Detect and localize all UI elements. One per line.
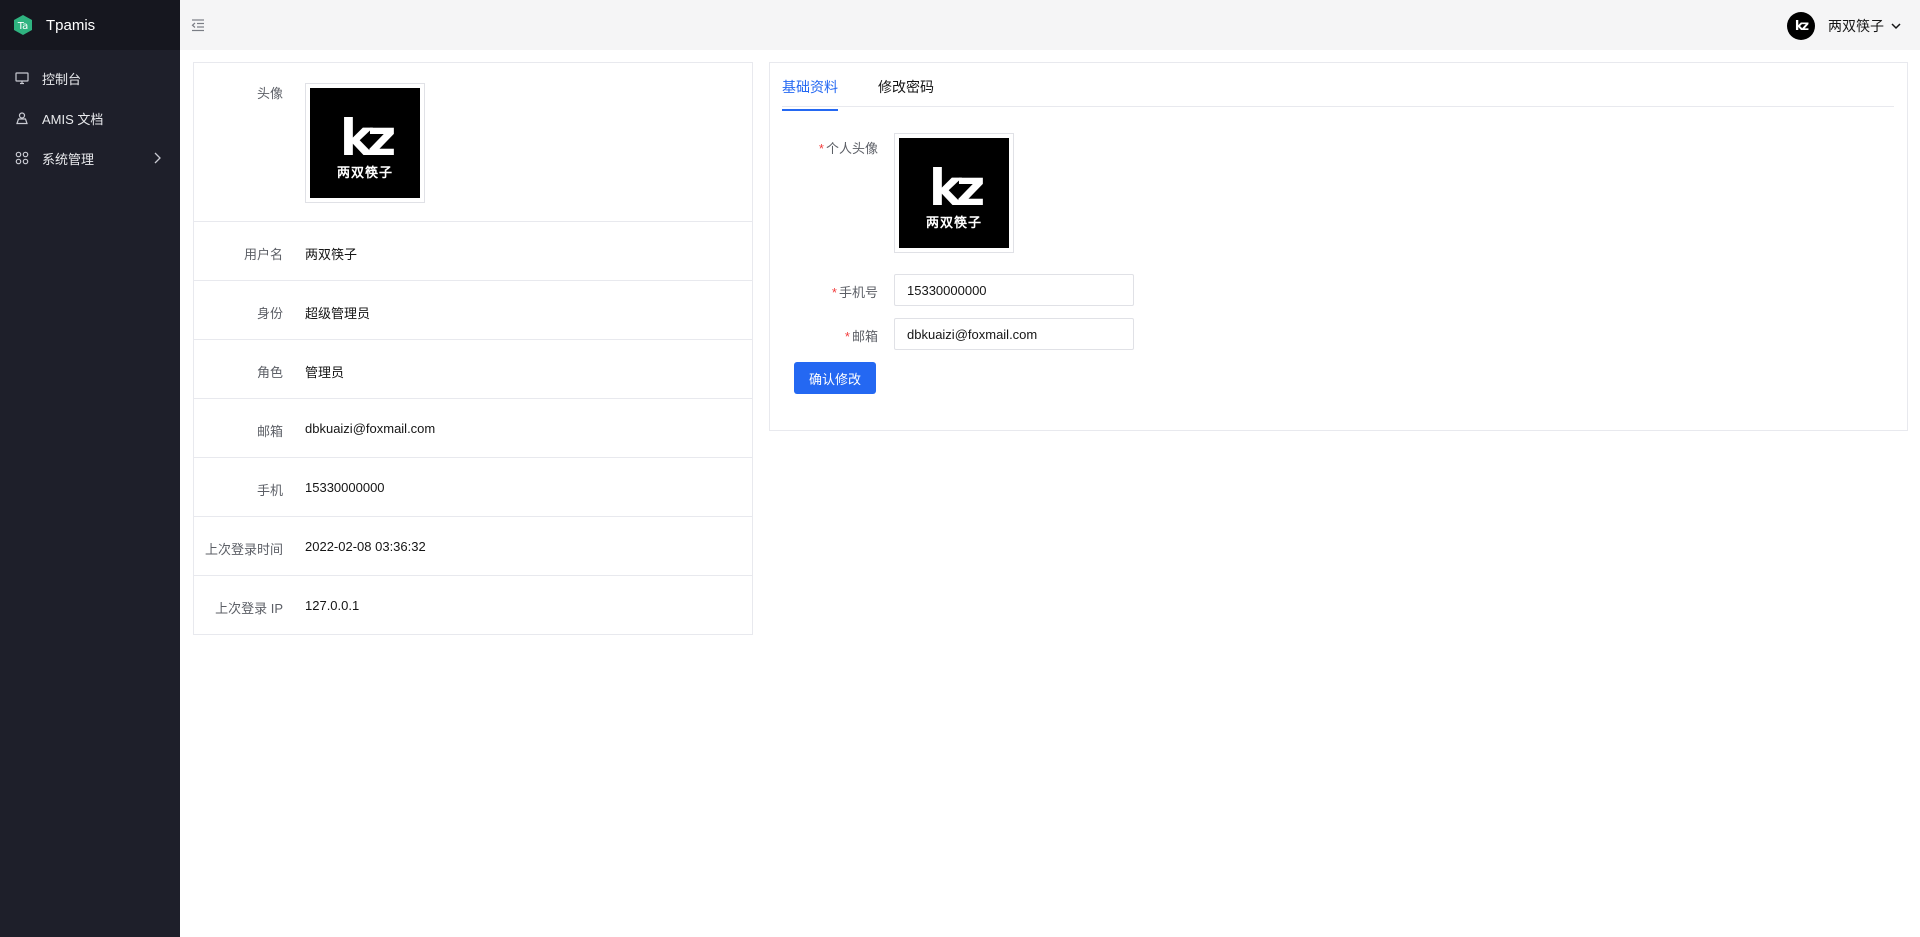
profile-identity-label: 身份 xyxy=(256,306,283,321)
topbar: kz 两双筷子 xyxy=(180,0,1920,50)
chevron-right-icon xyxy=(154,152,161,164)
profile-avatar-label: 头像 xyxy=(256,86,283,101)
profile-last-login-ip-value: 127.0.0.1 xyxy=(305,598,360,613)
avatar-caption: 两双筷子 xyxy=(336,164,393,180)
svg-text:Ta: Ta xyxy=(17,21,29,32)
profile-row-username: 用户名 两双筷子 xyxy=(194,222,752,281)
sidebar-item-amis-docs[interactable]: AMIS 文档 xyxy=(0,98,180,138)
profile-row-last-login-time: 上次登录时间 2022-02-08 03:36:32 xyxy=(194,517,752,576)
avatar-caption: 两双筷子 xyxy=(925,214,982,230)
profile-phone-value: 15330000000 xyxy=(305,480,385,495)
profile-row-role: 角色 管理员 xyxy=(194,340,752,399)
avatar-logo: kz xyxy=(339,108,396,167)
form-email-label: * 邮箱 xyxy=(845,326,878,345)
form-email-label-text: 邮箱 xyxy=(851,329,878,344)
tab-basic-info[interactable]: 基础资料 xyxy=(782,77,838,111)
phone-input[interactable] xyxy=(894,274,1134,306)
tabs: 基础资料 修改密码 xyxy=(782,63,1894,111)
sidebar-item-label: AMIS 文档 xyxy=(42,111,104,127)
sidebar-item-dashboard[interactable]: 控制台 xyxy=(0,58,180,98)
profile-phone-label: 手机 xyxy=(256,483,283,498)
avatar-logo: kz xyxy=(1794,18,1809,34)
user-menu[interactable]: kz 两双筷子 xyxy=(1787,12,1902,40)
profile-row-avatar: 头像 kz 两双筷子 xyxy=(194,63,752,222)
required-mark: * xyxy=(831,285,837,300)
required-mark: * xyxy=(844,329,850,344)
profile-username-value: 两双筷子 xyxy=(305,247,358,262)
form-phone-label: * 手机号 xyxy=(832,282,878,301)
avatar-image: kz 两双筷子 xyxy=(310,88,420,198)
avatar-logo: kz xyxy=(928,158,985,217)
profile-email-value: dbkuaizi@foxmail.com xyxy=(305,421,436,436)
required-mark: * xyxy=(818,141,824,156)
brand[interactable]: Ta Tpamis xyxy=(0,0,180,50)
submit-button[interactable]: 确认修改 xyxy=(794,362,876,394)
profile-row-identity: 身份 超级管理员 xyxy=(194,281,752,340)
sidebar-item-label: 系统管理 xyxy=(42,151,95,167)
profile-edit-panel: 基础资料 修改密码 *个人头像 kz 两双筷子 *手机号 *邮箱 确认修改 xyxy=(769,62,1908,431)
profile-row-last-login-ip: 上次登录 IP 127.0.0.1 xyxy=(194,576,752,634)
form-avatar-label-text: 个人头像 xyxy=(825,141,878,156)
profile-role-label: 角色 xyxy=(256,365,283,380)
email-input[interactable] xyxy=(894,318,1134,350)
profile-role-value: 管理员 xyxy=(305,365,345,380)
monitor-icon xyxy=(14,70,30,86)
user-name: 两双筷子 xyxy=(1828,18,1884,34)
profile-username-label: 用户名 xyxy=(243,247,283,262)
app-name: Tpamis xyxy=(46,16,96,34)
form-phone-label-text: 手机号 xyxy=(838,285,878,300)
avatar-image: kz 两双筷子 xyxy=(899,138,1009,248)
profile-email-label: 邮箱 xyxy=(256,424,283,439)
sidebar: Ta Tpamis 控制台 AMIS 文档 系统管理 xyxy=(0,0,180,937)
avatar[interactable]: kz xyxy=(1787,12,1815,40)
profile-avatar: kz 两双筷子 xyxy=(305,83,425,203)
document-icon xyxy=(14,110,30,126)
form-avatar-upload[interactable]: kz 两双筷子 xyxy=(894,133,1014,253)
profile-last-login-time-value: 2022-02-08 03:36:32 xyxy=(305,539,426,554)
profile-identity-value: 超级管理员 xyxy=(305,306,371,321)
profile-row-email: 邮箱 dbkuaizi@foxmail.com xyxy=(194,399,752,458)
tab-change-password[interactable]: 修改密码 xyxy=(878,77,934,109)
profile-info-panel: 头像 kz 两双筷子 用户名 两双筷子 身份 超级管理员 角色 管理员 邮箱 d… xyxy=(193,62,753,635)
profile-row-phone: 手机 15330000000 xyxy=(194,458,752,517)
profile-last-login-time-label: 上次登录时间 xyxy=(204,542,283,557)
app-logo-icon: Ta xyxy=(14,15,32,35)
profile-last-login-ip-label: 上次登录 IP xyxy=(215,601,283,616)
grid-icon xyxy=(14,150,30,166)
sidebar-item-label: 控制台 xyxy=(42,71,82,87)
menu-fold-icon[interactable] xyxy=(190,17,206,33)
form-avatar-label: * 个人头像 xyxy=(819,138,878,157)
chevron-down-icon xyxy=(1891,23,1901,30)
sidebar-item-system[interactable]: 系统管理 xyxy=(0,138,180,178)
